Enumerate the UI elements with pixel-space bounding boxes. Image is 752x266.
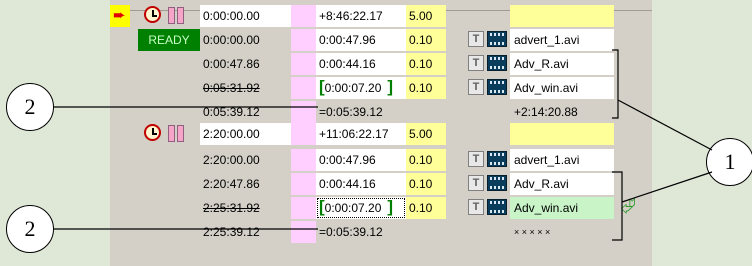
callout-lines [54,49,713,241]
